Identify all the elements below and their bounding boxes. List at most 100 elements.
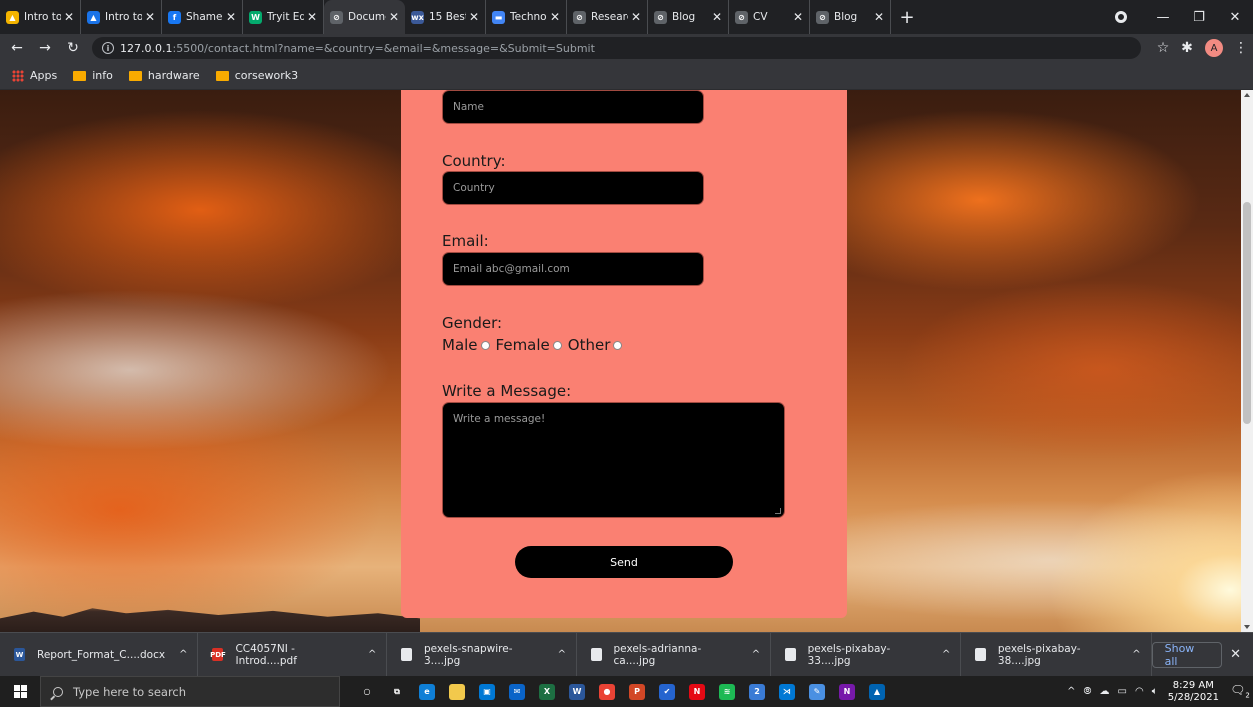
download-filename: pexels-adrianna-ca....jpg (613, 642, 702, 667)
scroll-up-arrow-icon[interactable] (1244, 93, 1250, 97)
photos-icon[interactable]: ▲ (862, 676, 892, 707)
excel-icon[interactable]: X (532, 676, 562, 707)
menu-kebab-icon[interactable]: ⋮ (1229, 40, 1253, 56)
tab-close-icon[interactable]: ✕ (712, 10, 722, 24)
edge-icon[interactable]: e (412, 676, 442, 707)
tray-overflow-icon[interactable]: ^ (1067, 686, 1075, 697)
page-viewport: Name Country: Country Email: Email abc@g… (0, 90, 1241, 632)
bookmark-folder-corsework3[interactable]: corsework3 (215, 69, 298, 82)
wifi-icon[interactable]: ◠ (1135, 686, 1144, 697)
other-radio[interactable] (613, 340, 623, 350)
resize-grip-icon[interactable] (775, 508, 781, 514)
message-textarea[interactable]: Write a message! (442, 402, 785, 518)
extensions-puzzle-icon[interactable]: ✱ (1175, 40, 1199, 56)
maximize-button[interactable]: ❐ (1181, 10, 1217, 25)
volume-icon[interactable]: 🔈︎ (1152, 686, 1158, 697)
vscode-icon[interactable]: ⋊ (772, 676, 802, 707)
spotify-icon[interactable]: ≋ (712, 676, 742, 707)
name-input[interactable]: Name (442, 90, 704, 124)
tab-close-icon[interactable]: ✕ (389, 10, 399, 24)
task-view-icon[interactable]: ⧉ (382, 676, 412, 707)
tab-close-icon[interactable]: ✕ (469, 10, 479, 24)
start-button[interactable] (0, 676, 40, 707)
network-icon[interactable]: ⦾ (1084, 686, 1092, 697)
onedrive-icon[interactable]: ☁ (1100, 686, 1110, 697)
scrollbar-thumb[interactable] (1243, 202, 1251, 424)
tab-close-icon[interactable]: ✕ (307, 10, 317, 24)
tab-close-icon[interactable]: ✕ (145, 10, 155, 24)
browser-tab[interactable]: ⊘ CV ✕ (729, 0, 810, 34)
chevron-up-icon[interactable]: ^ (1132, 649, 1140, 660)
scroll-down-arrow-icon[interactable] (1244, 625, 1250, 629)
send-button[interactable]: Send (515, 546, 733, 578)
tab-close-icon[interactable]: ✕ (874, 10, 884, 24)
download-item[interactable]: pexels-snapwire-3....jpg ^ (387, 632, 577, 677)
bookmark-folder-info[interactable]: info (73, 69, 113, 82)
mail-icon[interactable]: ✉ (502, 676, 532, 707)
chrome-icon[interactable]: ● (592, 676, 622, 707)
tab-close-icon[interactable]: ✕ (226, 10, 236, 24)
onenote-icon[interactable]: N (832, 676, 862, 707)
clock[interactable]: 8:29 AM 5/28/2021 (1168, 680, 1219, 704)
forward-button[interactable]: → (34, 40, 56, 56)
notifications-icon[interactable]: 🗨︎2 (1227, 683, 1253, 699)
powerpoint-icon[interactable]: P (622, 676, 652, 707)
back-button[interactable]: ← (6, 40, 28, 56)
tab-close-icon[interactable]: ✕ (631, 10, 641, 24)
download-item[interactable]: PDF CC4057NI - Introd....pdf ^ (198, 632, 388, 677)
browser-tab[interactable]: wx 15 Best P✕ (405, 0, 486, 34)
browser-tab[interactable]: W Tryit Edit✕ (243, 0, 324, 34)
page-scrollbar[interactable] (1241, 90, 1253, 632)
notes-icon[interactable]: ✎ (802, 676, 832, 707)
cortana-icon[interactable]: ○ (352, 676, 382, 707)
browser-tab[interactable]: ▬ Technolo✕ (486, 0, 567, 34)
files-icon[interactable]: 2 (742, 676, 772, 707)
bookmark-apps[interactable]: Apps (12, 69, 57, 82)
close-downloads-icon[interactable]: ✕ (1230, 647, 1241, 662)
bookmark-star-icon[interactable]: ☆ (1151, 40, 1175, 56)
female-radio[interactable] (552, 340, 562, 350)
address-bar[interactable]: i 127.0.0.1:5500/contact.html?name=&coun… (92, 37, 1141, 59)
chevron-up-icon[interactable]: ^ (558, 649, 566, 660)
browser-tab[interactable]: f Shamel m✕ (162, 0, 243, 34)
new-tab-button[interactable]: + (893, 7, 921, 28)
chevron-up-icon[interactable]: ^ (179, 649, 187, 660)
profile-avatar[interactable]: A (1205, 39, 1223, 57)
download-item[interactable]: pexels-adrianna-ca....jpg ^ (577, 632, 772, 677)
chevron-up-icon[interactable]: ^ (752, 649, 760, 660)
browser-tab[interactable]: ⊘ Blog ✕ (648, 0, 729, 34)
close-window-button[interactable]: ✕ (1217, 10, 1253, 25)
taskbar-search-box[interactable]: Type here to search (40, 676, 340, 707)
incognito-indicator-icon[interactable] (1115, 11, 1127, 23)
download-item[interactable]: pexels-pixabay-33....jpg ^ (771, 632, 962, 677)
todo-icon[interactable]: ✔ (652, 676, 682, 707)
country-input[interactable]: Country (442, 171, 704, 205)
browser-tab[interactable]: ⊘ Documen✕ (324, 0, 405, 34)
bookmark-folder-hardware[interactable]: hardware (128, 69, 200, 82)
chevron-up-icon[interactable]: ^ (942, 649, 950, 660)
reload-button[interactable]: ↻ (62, 40, 84, 56)
battery-icon[interactable]: ▭ (1118, 686, 1127, 697)
browser-tab[interactable]: ⊘ Research✕ (567, 0, 648, 34)
tab-close-icon[interactable]: ✕ (64, 10, 74, 24)
file-explorer-icon[interactable] (442, 676, 472, 707)
tab-close-icon[interactable]: ✕ (793, 10, 803, 24)
download-item[interactable]: pexels-pixabay-38....jpg ^ (961, 632, 1152, 677)
minimize-button[interactable]: — (1145, 10, 1181, 25)
site-info-icon[interactable]: i (102, 42, 114, 54)
store-icon[interactable]: ▣ (472, 676, 502, 707)
browser-tab[interactable]: ⊘ Blog ✕ (810, 0, 891, 34)
email-input[interactable]: Email abc@gmail.com (442, 252, 704, 286)
male-radio[interactable] (480, 340, 490, 350)
tab-title: Blog (672, 11, 696, 23)
word-icon[interactable]: W (562, 676, 592, 707)
browser-tab[interactable]: ▲ Intro to IS✕ (0, 0, 81, 34)
tab-title: Intro to IS (105, 11, 142, 23)
notes-icon-glyph: ✎ (809, 683, 825, 700)
netflix-icon[interactable]: N (682, 676, 712, 707)
download-item[interactable]: W Report_Format_C....docx ^ (0, 632, 199, 677)
chevron-up-icon[interactable]: ^ (368, 649, 376, 660)
tab-close-icon[interactable]: ✕ (550, 10, 560, 24)
browser-tab[interactable]: ▲ Intro to IS✕ (81, 0, 162, 34)
show-all-downloads-button[interactable]: Show all (1151, 641, 1223, 668)
